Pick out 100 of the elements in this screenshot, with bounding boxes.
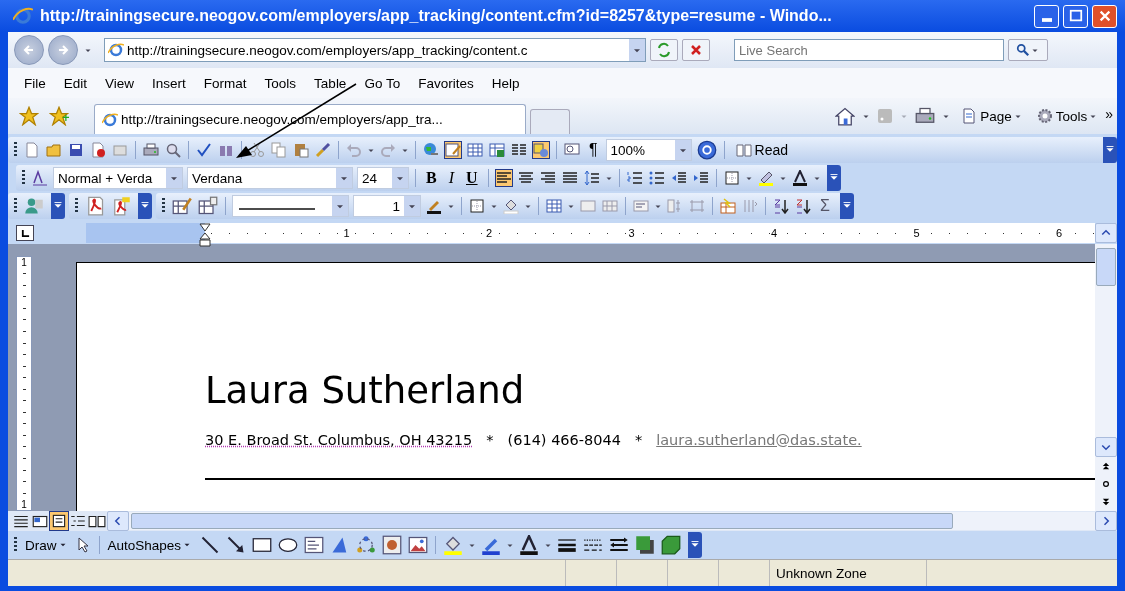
maximize-button[interactable] xyxy=(1063,4,1088,28)
pdf-icon[interactable] xyxy=(85,196,105,216)
font-combo[interactable]: Verdana xyxy=(187,167,353,189)
toolbar-options-icon[interactable] xyxy=(51,193,65,219)
border-icon[interactable] xyxy=(469,198,485,214)
pen-color-icon[interactable] xyxy=(426,198,442,214)
border-icon[interactable] xyxy=(723,170,740,186)
menu-item[interactable]: File xyxy=(16,75,54,91)
diagram-icon[interactable] xyxy=(356,535,377,555)
toolbar-options-icon[interactable] xyxy=(688,532,703,558)
menu-item[interactable]: Insert xyxy=(144,75,194,91)
back-button[interactable] xyxy=(14,35,44,65)
menu-item[interactable]: Help xyxy=(483,75,528,91)
shadow-icon[interactable] xyxy=(635,535,656,555)
menu-item[interactable]: Favorites xyxy=(410,75,482,91)
minimize-button[interactable] xyxy=(1034,4,1059,28)
line-spacing-icon[interactable] xyxy=(583,170,600,186)
show-formatting-button[interactable]: ¶ xyxy=(583,141,604,159)
people-icon[interactable] xyxy=(24,196,44,216)
menu-item[interactable]: Table xyxy=(306,75,355,91)
search-field[interactable]: Live Search xyxy=(734,39,1004,61)
italic-button[interactable]: I xyxy=(442,169,460,187)
table-icon[interactable] xyxy=(467,142,483,158)
columns-icon[interactable] xyxy=(511,142,527,158)
more-button[interactable]: » xyxy=(1105,106,1113,122)
clip-art-icon[interactable] xyxy=(382,535,403,555)
zoom-combo[interactable]: 100% xyxy=(605,139,692,161)
document-map-icon[interactable] xyxy=(564,142,580,158)
magnifier-icon[interactable] xyxy=(165,142,181,158)
increase-indent-icon[interactable] xyxy=(692,170,709,186)
home-icon[interactable] xyxy=(835,106,856,126)
styles-icon[interactable] xyxy=(32,170,48,186)
scroll-right-button[interactable] xyxy=(1095,511,1117,531)
draw-table-icon[interactable] xyxy=(172,196,192,216)
sort-descending-icon[interactable] xyxy=(795,198,811,214)
scroll-up-button[interactable] xyxy=(1095,223,1117,243)
email-link[interactable]: laura.sutherland@das.state. xyxy=(656,431,862,448)
tab-selector[interactable] xyxy=(16,225,34,241)
cube-icon[interactable] xyxy=(661,535,682,555)
cell-alignment-icon[interactable] xyxy=(633,198,649,214)
scroll-left-button[interactable] xyxy=(107,511,129,531)
spelling-check-icon[interactable] xyxy=(196,142,212,158)
pencil-grid-icon[interactable] xyxy=(445,142,461,158)
menu-item[interactable]: View xyxy=(97,75,143,91)
underline-button[interactable]: U xyxy=(460,169,484,187)
split-cells-icon[interactable] xyxy=(602,198,618,214)
menu-item[interactable]: Go To xyxy=(356,75,409,91)
star-icon[interactable] xyxy=(19,106,39,126)
refresh-button[interactable] xyxy=(650,39,678,61)
shading-icon[interactable] xyxy=(503,198,519,214)
line-style-combo[interactable] xyxy=(232,195,349,217)
highlighter-icon[interactable] xyxy=(757,170,774,186)
decrease-indent-icon[interactable] xyxy=(670,170,687,186)
close-button[interactable] xyxy=(1092,4,1117,28)
justify-icon[interactable] xyxy=(561,170,578,186)
font-color-icon[interactable] xyxy=(791,170,808,186)
numbered-list-icon[interactable] xyxy=(626,170,643,186)
stop-button[interactable] xyxy=(682,39,710,61)
font-size-combo[interactable]: 24 xyxy=(357,167,409,189)
help-icon[interactable] xyxy=(696,140,717,160)
sort-ascending-icon[interactable] xyxy=(773,198,789,214)
page-menu-button[interactable]: Page xyxy=(954,108,1028,124)
folder-icon[interactable] xyxy=(46,142,62,158)
table-autoformat-icon[interactable] xyxy=(720,198,736,214)
menu-item[interactable]: Tools xyxy=(256,75,305,91)
add-favorite-icon[interactable] xyxy=(49,106,69,126)
print-view-icon[interactable] xyxy=(50,512,68,530)
horizontal-scrollbar[interactable] xyxy=(107,512,1117,530)
toolbar-options-icon[interactable] xyxy=(138,193,152,219)
scissors-icon[interactable] xyxy=(249,142,265,158)
align-left-icon[interactable] xyxy=(495,170,512,186)
menu-item[interactable]: Format xyxy=(195,75,255,91)
bold-button[interactable]: B xyxy=(420,169,443,187)
toolbar-options-icon[interactable] xyxy=(1103,137,1117,163)
address-field[interactable]: http://trainingsecure.neogov.com/employers/app_tracking/content.c xyxy=(104,38,646,62)
scroll-thumb[interactable] xyxy=(1096,248,1116,286)
scroll-thumb[interactable] xyxy=(131,513,953,529)
draw-menu-button[interactable]: Draw xyxy=(21,537,73,553)
align-center-icon[interactable] xyxy=(517,170,534,186)
arrow-icon[interactable] xyxy=(226,535,247,555)
table-icon[interactable] xyxy=(546,198,562,214)
search-button[interactable] xyxy=(1008,39,1048,61)
toolbar-options-icon[interactable] xyxy=(839,193,854,219)
indent-marker-icon[interactable] xyxy=(199,223,211,247)
align-right-icon[interactable] xyxy=(539,170,556,186)
scroll-down-button[interactable] xyxy=(1095,437,1117,457)
toolbar-options-icon[interactable] xyxy=(826,165,841,191)
merge-cells-icon[interactable] xyxy=(580,198,596,214)
vertical-scrollbar[interactable] xyxy=(1095,244,1117,511)
text-box-icon[interactable] xyxy=(304,535,325,555)
autosum-button[interactable]: Σ xyxy=(814,197,836,215)
eraser-table-icon[interactable] xyxy=(198,196,218,216)
menu-item[interactable]: Edit xyxy=(55,75,96,91)
bulleted-list-icon[interactable] xyxy=(648,170,665,186)
image-icon[interactable] xyxy=(408,535,429,555)
spreadsheet-icon[interactable] xyxy=(489,142,505,158)
font-color-icon[interactable] xyxy=(519,535,540,555)
read-button[interactable]: Read xyxy=(728,142,793,158)
pdf-comment-icon[interactable] xyxy=(111,196,131,216)
tools-menu-button[interactable]: Tools xyxy=(1029,108,1104,124)
